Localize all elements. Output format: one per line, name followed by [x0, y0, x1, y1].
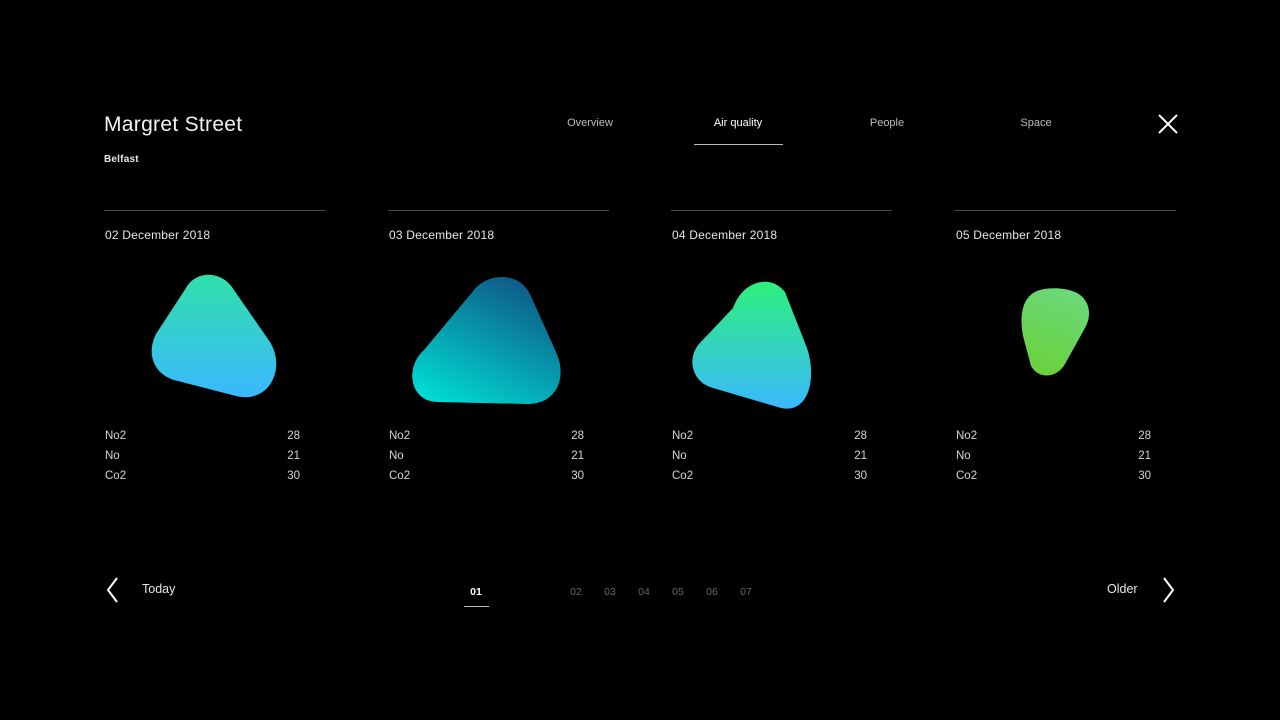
metric-value: 21	[1138, 450, 1151, 462]
page-number[interactable]: 02	[565, 586, 587, 598]
metric-label: No	[389, 450, 404, 462]
card-date: 05 December 2018	[956, 228, 1062, 242]
card-divider	[671, 210, 892, 211]
metric-label: Co2	[956, 470, 978, 482]
page-number[interactable]: 07	[735, 586, 757, 598]
metric-value: 21	[287, 450, 300, 462]
metric-label: No2	[956, 430, 978, 442]
metric-value: 30	[1138, 470, 1151, 482]
close-button[interactable]	[1157, 113, 1179, 135]
metric-value: 30	[287, 470, 300, 482]
metric-value: 21	[854, 450, 867, 462]
metric-label: No2	[105, 430, 127, 442]
air-quality-blob	[151, 274, 277, 398]
metric-label: No	[672, 450, 687, 462]
day-card[interactable]: 02 December 2018 No2 28 No 21 Co2 30	[104, 210, 325, 490]
metric-value: 30	[571, 470, 584, 482]
tab-people[interactable]: People	[837, 117, 937, 129]
air-quality-blob	[692, 281, 812, 409]
metric-label: Co2	[389, 470, 411, 482]
air-quality-blob	[1021, 288, 1090, 376]
metric-label: Co2	[105, 470, 127, 482]
card-date: 03 December 2018	[389, 228, 495, 242]
card-divider	[104, 210, 325, 211]
day-card[interactable]: 04 December 2018 No2 28 No 21 Co2 30	[671, 210, 892, 490]
page-title: Margret Street	[104, 113, 243, 136]
day-card[interactable]: 05 December 2018 No2 28 No 21 Co2 30	[955, 210, 1176, 490]
current-page-indicator	[464, 606, 489, 607]
page-subtitle: Belfast	[104, 154, 139, 165]
tab-overview[interactable]: Overview	[540, 117, 640, 129]
page-number[interactable]: 05	[667, 586, 689, 598]
metric-label: Co2	[672, 470, 694, 482]
card-divider	[955, 210, 1176, 211]
page-number-current[interactable]: 01	[465, 586, 487, 598]
metric-value: 21	[571, 450, 584, 462]
previous-button[interactable]	[104, 575, 124, 605]
chevron-right-icon	[1163, 577, 1175, 603]
card-divider	[388, 210, 609, 211]
today-link[interactable]: Today	[142, 582, 175, 596]
older-link[interactable]: Older	[1107, 582, 1138, 596]
tab-space[interactable]: Space	[986, 117, 1086, 129]
chevron-left-icon	[106, 577, 118, 603]
metric-label: No2	[389, 430, 411, 442]
metric-value: 28	[571, 430, 584, 442]
metric-value: 28	[1138, 430, 1151, 442]
page-number[interactable]: 06	[701, 586, 723, 598]
card-date: 02 December 2018	[105, 228, 211, 242]
metric-label: No	[105, 450, 120, 462]
air-quality-blob	[412, 277, 561, 404]
next-button[interactable]	[1157, 575, 1177, 605]
page-number[interactable]: 03	[599, 586, 621, 598]
tab-air-quality[interactable]: Air quality	[688, 117, 788, 129]
metric-label: No2	[672, 430, 694, 442]
metric-label: No	[956, 450, 971, 462]
metric-value: 28	[854, 430, 867, 442]
metric-value: 30	[854, 470, 867, 482]
card-date: 04 December 2018	[672, 228, 778, 242]
metric-value: 28	[287, 430, 300, 442]
page-number[interactable]: 04	[633, 586, 655, 598]
day-card[interactable]: 03 December 2018 No2 28 No 21 Co2 30	[388, 210, 609, 490]
active-tab-indicator	[694, 144, 783, 145]
close-icon	[1158, 114, 1178, 134]
